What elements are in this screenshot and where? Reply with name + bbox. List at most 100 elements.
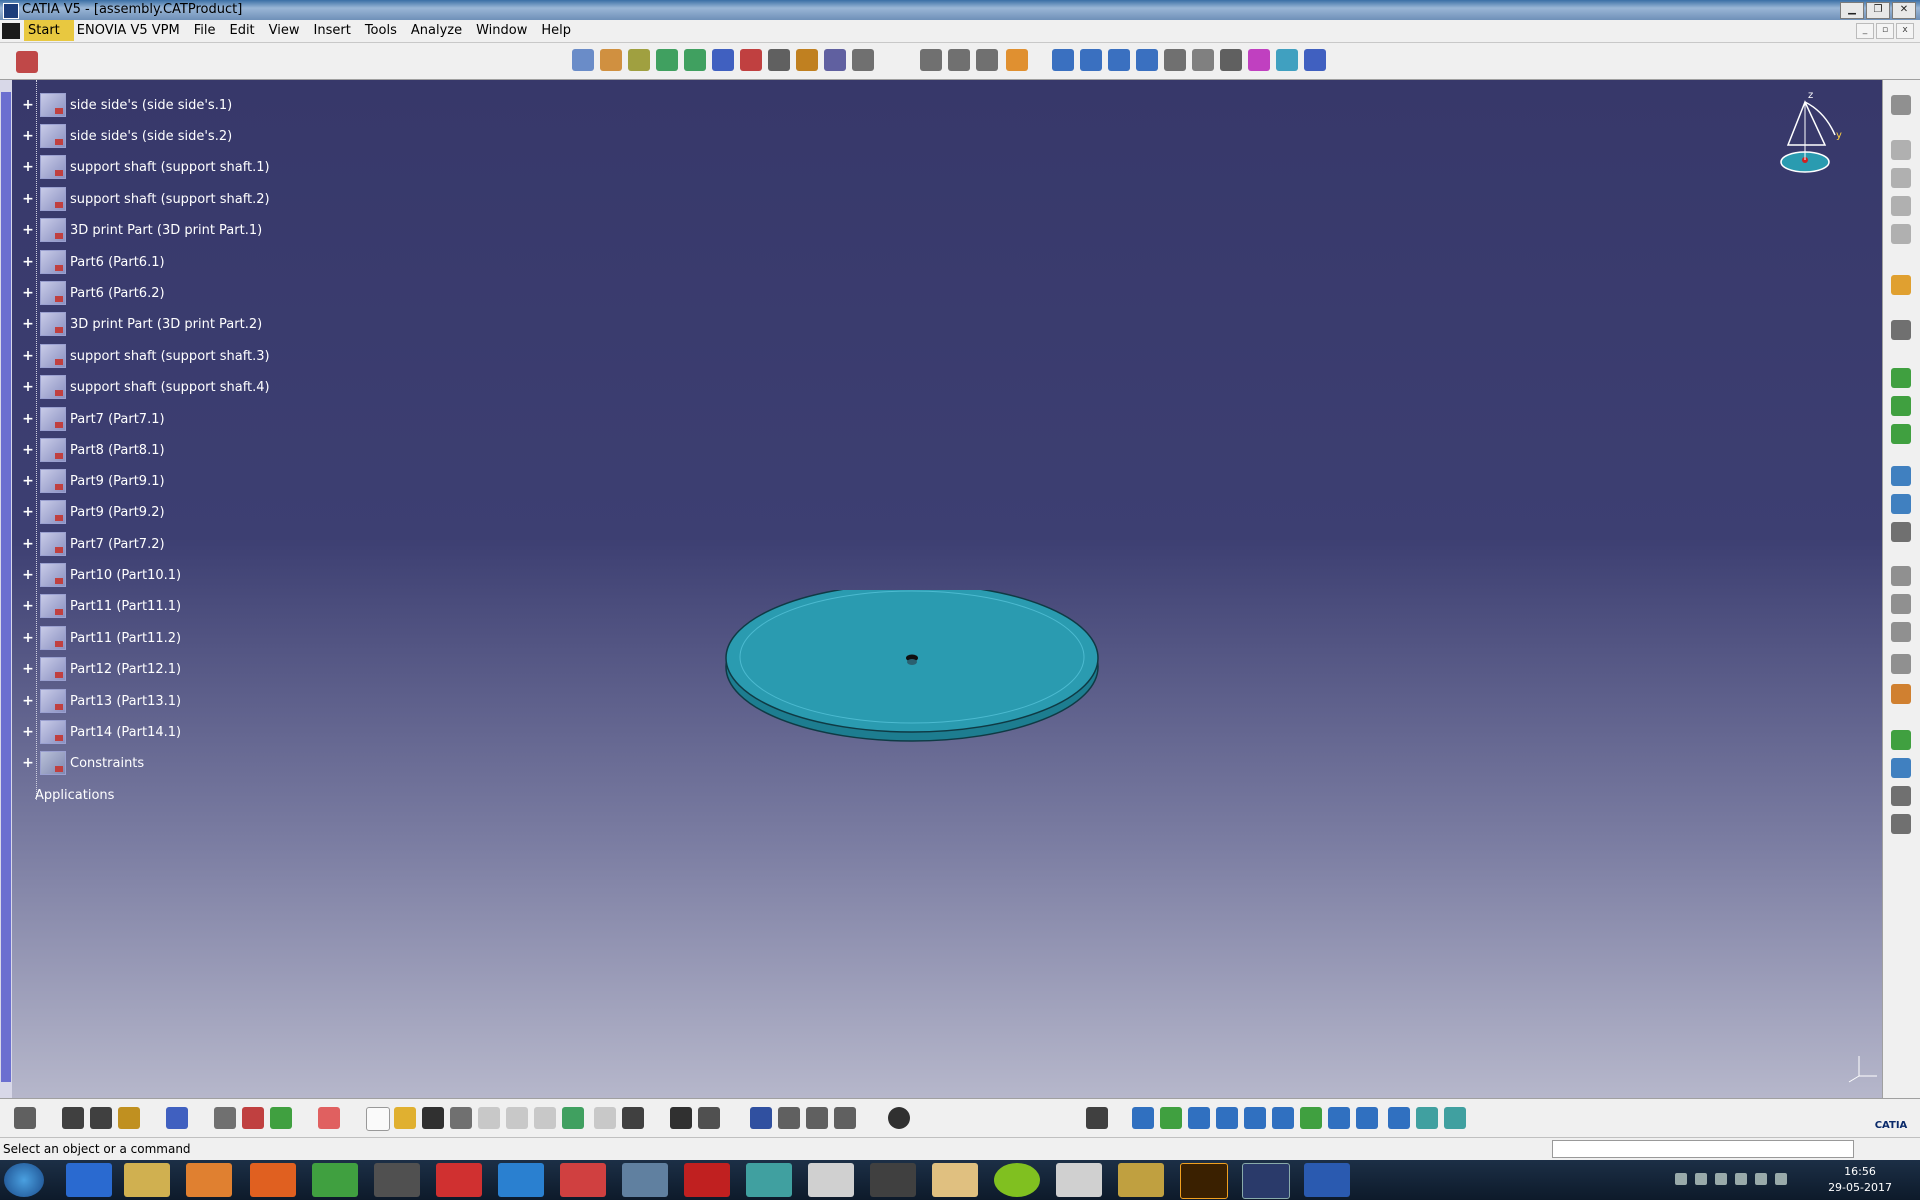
menu-tools[interactable]: Tools	[362, 20, 408, 41]
snap-icon[interactable]	[948, 49, 970, 71]
tree-node[interactable]: + support shaft (support shaft.4)	[22, 375, 270, 399]
space-analysis-icon[interactable]	[1891, 140, 1911, 160]
start-orb-icon[interactable]	[4, 1163, 44, 1197]
flexible-subassembly-icon[interactable]	[1248, 49, 1270, 71]
offset-constraint-icon[interactable]	[1108, 49, 1130, 71]
menu-start[interactable]: Start	[24, 20, 74, 41]
save-management-icon[interactable]	[1891, 424, 1911, 444]
hide-show-icon[interactable]	[1416, 1107, 1438, 1129]
publication-icon[interactable]	[1891, 786, 1911, 806]
tree-node[interactable]: + Part7 (Part7.2)	[22, 532, 165, 556]
pdf-editor-icon[interactable]	[932, 1163, 978, 1197]
expand-icon[interactable]: +	[22, 631, 34, 645]
tree-node-applications[interactable]: Applications	[30, 783, 114, 807]
select-icon[interactable]	[1891, 275, 1911, 295]
menu-enovia[interactable]: ENOVIA V5 VPM	[74, 20, 191, 41]
print-icon[interactable]	[450, 1107, 472, 1129]
quick-constraint-icon[interactable]	[1220, 49, 1242, 71]
fix-together-icon[interactable]	[1192, 49, 1214, 71]
expand-icon[interactable]: +	[22, 505, 34, 519]
swap-visible-space-icon[interactable]	[1444, 1107, 1466, 1129]
undo-icon[interactable]	[562, 1107, 584, 1129]
contact-constraint-icon[interactable]	[1080, 49, 1102, 71]
3d-disc-part[interactable]	[725, 583, 1105, 764]
tree-node[interactable]: + Part6 (Part6.1)	[22, 250, 165, 274]
tree-node[interactable]: + Part12 (Part12.1)	[22, 657, 181, 681]
tree-node[interactable]: + support shaft (support shaft.2)	[22, 187, 270, 211]
3d-viewport[interactable]: + side side's (side side's.1) + side side'…	[0, 80, 1882, 1098]
expand-icon[interactable]: +	[22, 568, 34, 582]
knowledge-icon[interactable]	[834, 1107, 856, 1129]
clash-icon[interactable]	[1891, 168, 1911, 188]
grid-icon[interactable]	[318, 1107, 340, 1129]
enhanced-scene-icon[interactable]	[1891, 758, 1911, 778]
chrome-icon[interactable]	[312, 1163, 358, 1197]
existing-positioning-icon[interactable]	[684, 49, 706, 71]
tree-node[interactable]: + Part11 (Part11.1)	[22, 594, 181, 618]
expand-icon[interactable]: +	[22, 537, 34, 551]
expand-icon[interactable]: +	[22, 412, 34, 426]
tree-node[interactable]: + support shaft (support shaft.3)	[22, 344, 270, 368]
comment-icon[interactable]	[698, 1107, 720, 1129]
expand-icon[interactable]: +	[22, 349, 34, 363]
tree-node[interactable]: + Part9 (Part9.2)	[22, 500, 165, 524]
reuse-pattern-icon[interactable]	[1304, 49, 1326, 71]
menu-edit[interactable]: Edit	[226, 20, 265, 41]
keyboard-tray-icon[interactable]	[1675, 1173, 1687, 1185]
3d-annotation-icon[interactable]	[1891, 654, 1911, 674]
weld-icon[interactable]	[1891, 684, 1911, 704]
rotate-icon[interactable]	[1216, 1107, 1238, 1129]
generate-numbering-icon[interactable]	[768, 49, 790, 71]
maximize-button[interactable]: ❐	[1866, 2, 1890, 19]
graph-tree-reorder-icon[interactable]	[740, 49, 762, 71]
catalog-browser-icon[interactable]	[214, 1107, 236, 1129]
distance-icon[interactable]	[1891, 224, 1911, 244]
multi-view-icon[interactable]	[1328, 1107, 1350, 1129]
pan-icon[interactable]	[1188, 1107, 1210, 1129]
change-constraint-icon[interactable]	[1276, 49, 1298, 71]
close-button[interactable]: ✕	[1892, 2, 1916, 19]
text-annotation-icon[interactable]	[1891, 594, 1911, 614]
redo-icon[interactable]	[594, 1107, 616, 1129]
tree-node[interactable]: + support shaft (support shaft.1)	[22, 155, 270, 179]
fix-component-icon[interactable]	[1164, 49, 1186, 71]
table-icon[interactable]	[750, 1107, 772, 1129]
angle-constraint-icon[interactable]	[1136, 49, 1158, 71]
layout-app-icon[interactable]	[560, 1163, 606, 1197]
media-player-icon[interactable]	[186, 1163, 232, 1197]
replace-component-icon[interactable]	[712, 49, 734, 71]
catalog-icon[interactable]	[1891, 368, 1911, 388]
tree-node[interactable]: + Part6 (Part6.2)	[22, 281, 165, 305]
network-tray-icon[interactable]	[1755, 1173, 1767, 1185]
ruler-app-icon[interactable]	[1118, 1163, 1164, 1197]
presentation-app-icon[interactable]	[1056, 1163, 1102, 1197]
tree-node[interactable]: +3D print Part (3D print Part.1)	[22, 218, 262, 242]
flag-note-icon[interactable]	[1891, 622, 1911, 642]
catia-app-icon[interactable]	[3, 3, 19, 19]
paste-icon[interactable]	[534, 1107, 556, 1129]
normal-view-icon[interactable]	[1300, 1107, 1322, 1129]
sectioning-icon[interactable]	[1891, 196, 1911, 216]
firefox-icon[interactable]	[250, 1163, 296, 1197]
disc-geometry[interactable]	[725, 583, 1105, 760]
sketchup-icon[interactable]	[436, 1163, 482, 1197]
measure-inertia-icon[interactable]	[118, 1107, 140, 1129]
expand-icon[interactable]: +	[22, 286, 34, 300]
inkscape-icon[interactable]	[870, 1163, 916, 1197]
expand-icon[interactable]: +	[22, 192, 34, 206]
tree-node[interactable]: + Part8 (Part8.1)	[22, 438, 165, 462]
cut-icon[interactable]	[478, 1107, 500, 1129]
menu-insert[interactable]: Insert	[311, 20, 362, 41]
manipulation-icon[interactable]	[920, 49, 942, 71]
annotation-icon[interactable]	[1891, 522, 1911, 542]
expand-icon[interactable]: +	[22, 380, 34, 394]
zoom-in-icon[interactable]	[1244, 1107, 1266, 1129]
expand-icon[interactable]: +	[22, 599, 34, 613]
file-explorer-icon[interactable]	[124, 1163, 170, 1197]
graph-icon[interactable]	[778, 1107, 800, 1129]
expand-icon[interactable]: +	[22, 317, 34, 331]
product-knowledge-icon[interactable]	[1891, 814, 1911, 834]
measure-item-icon[interactable]	[1891, 566, 1911, 586]
tree-scrollbar[interactable]	[0, 80, 12, 1098]
expand-icon[interactable]: +	[22, 756, 34, 770]
